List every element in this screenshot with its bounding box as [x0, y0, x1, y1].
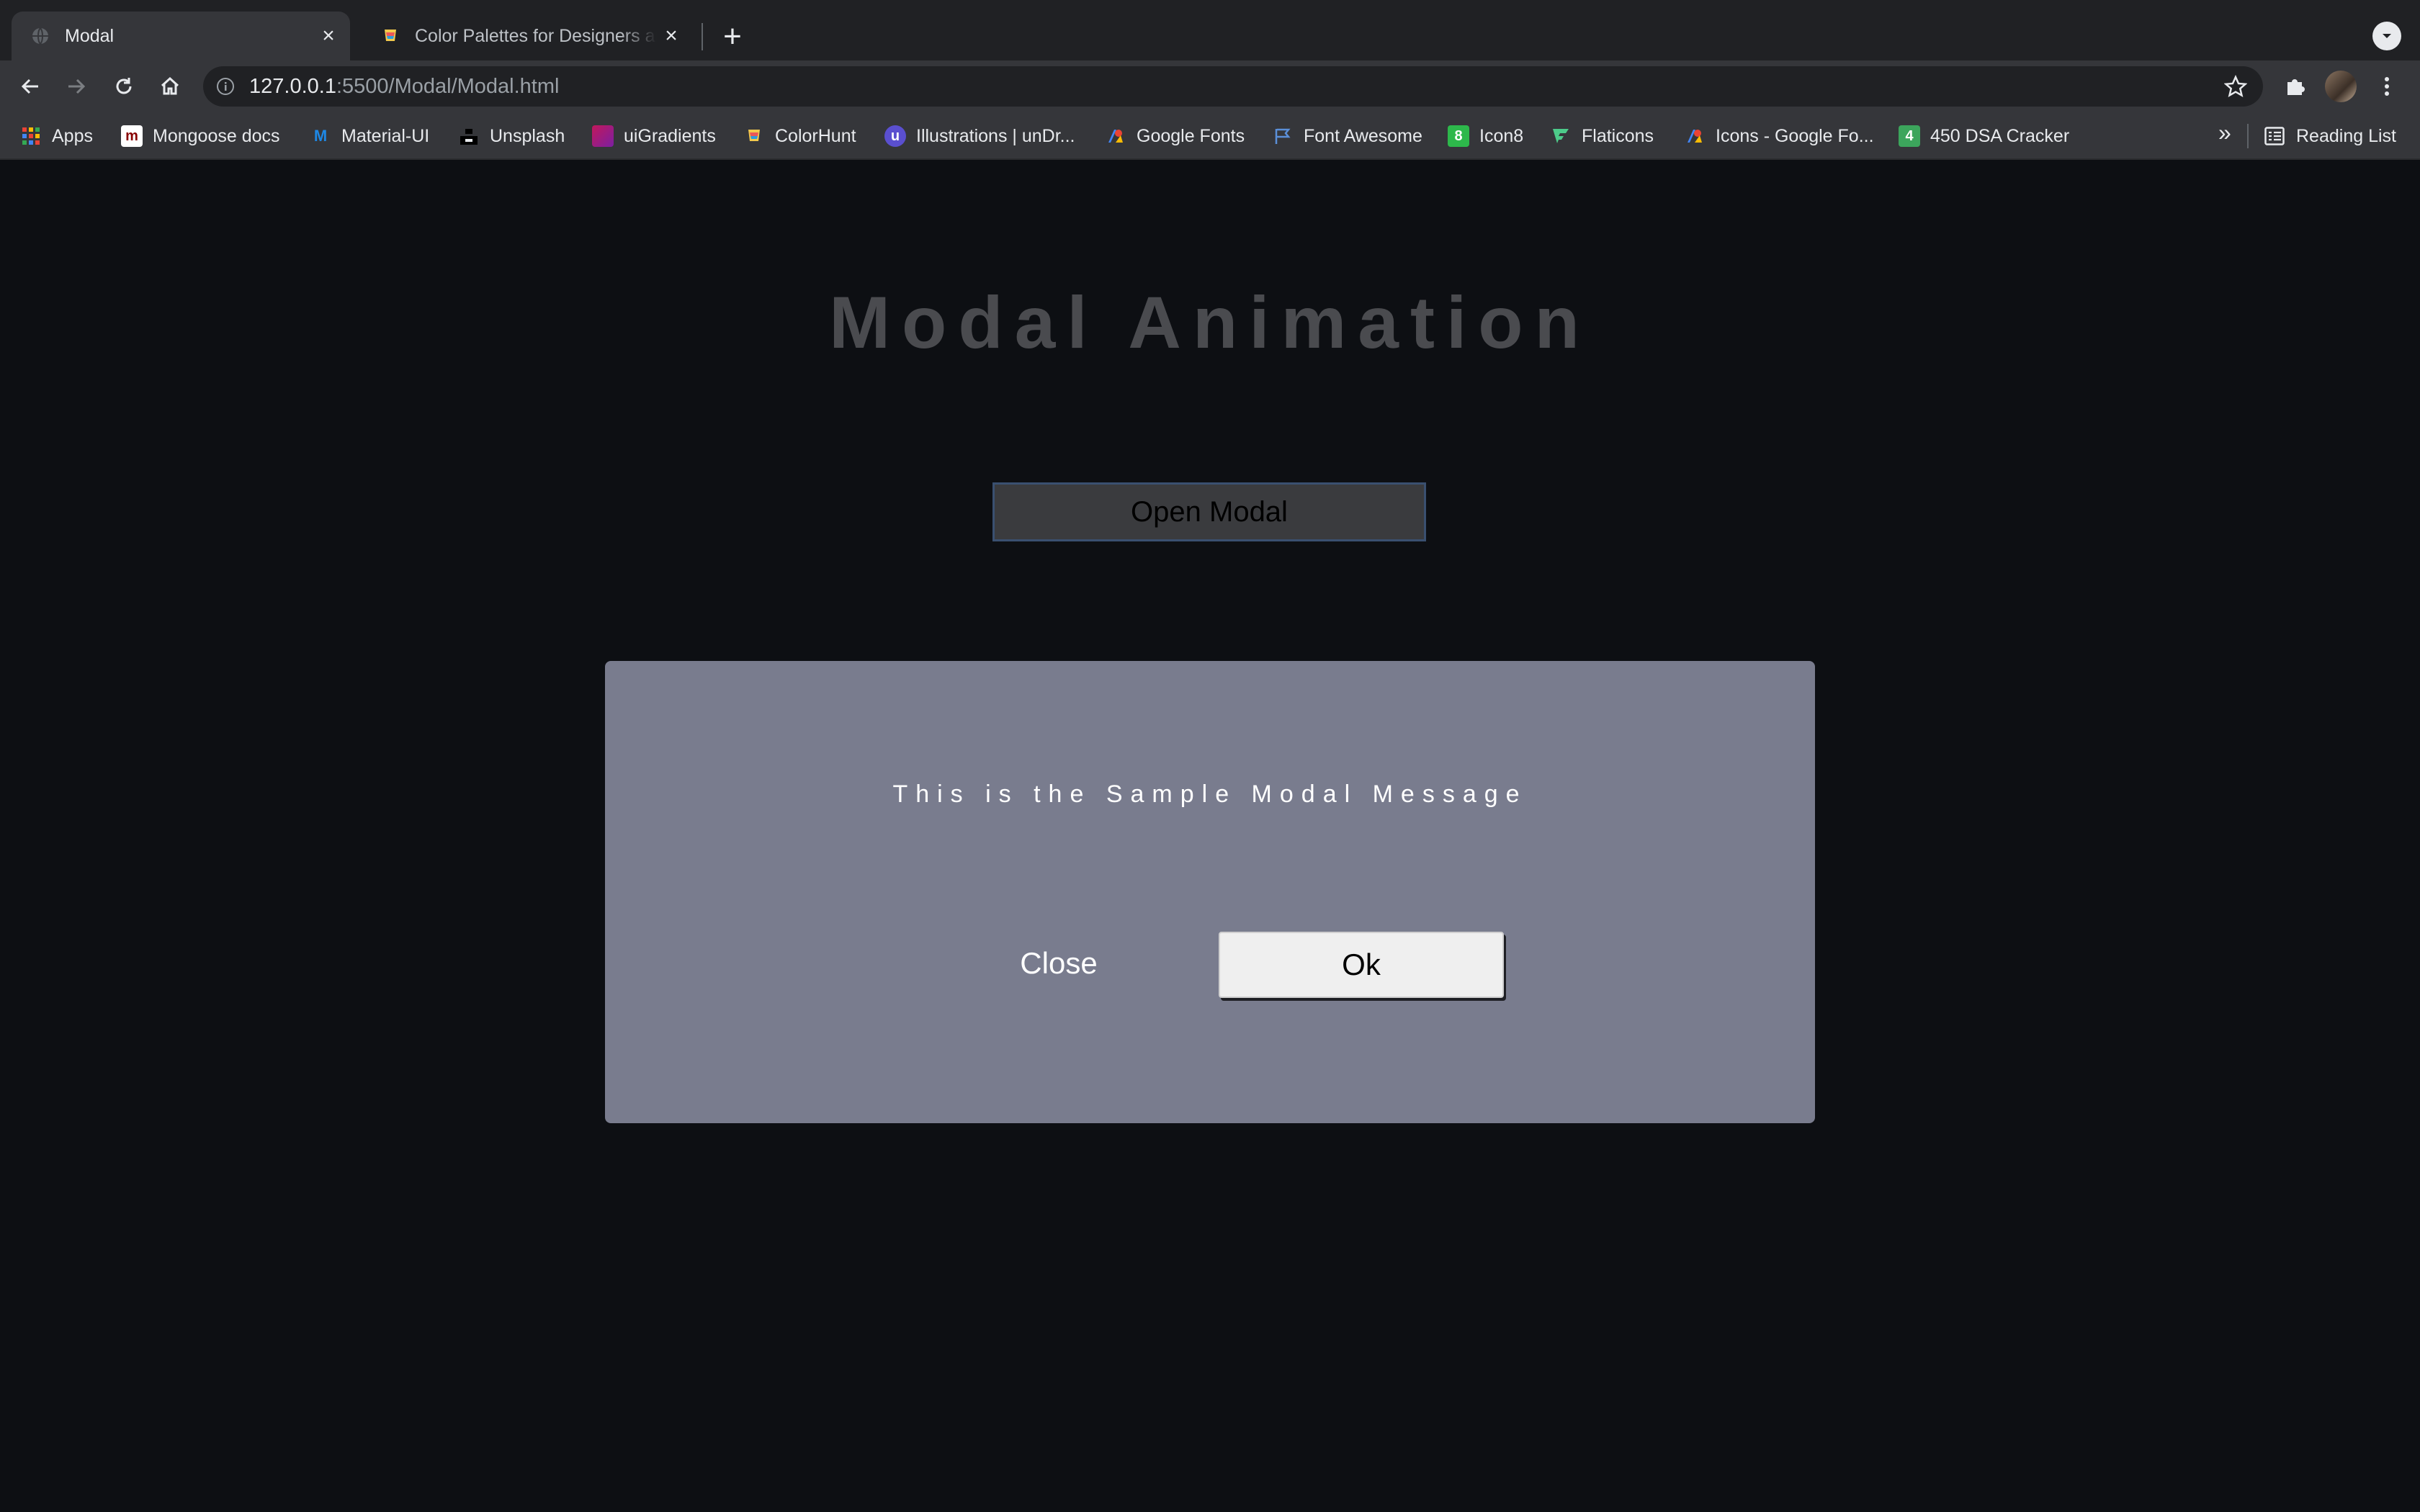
bookmark-undraw[interactable]: u Illustrations | unDr... [884, 124, 1075, 148]
url-path: :5500/Modal/Modal.html [336, 74, 560, 98]
back-arrow-icon [21, 78, 38, 94]
bookmark-unsplash[interactable]: Unsplash [458, 124, 565, 148]
puzzle-icon [2287, 79, 2305, 95]
font-awesome-icon [1272, 125, 1294, 147]
bookmark-label: Flaticons [1582, 125, 1654, 146]
bookmark-google-fonts[interactable]: Google Fonts [1105, 124, 1245, 148]
globe-icon [30, 26, 50, 46]
profile-button[interactable] [2323, 69, 2358, 104]
new-tab-button[interactable]: + [714, 19, 750, 55]
page-viewport: Modal Animation Open Modal This is the S… [0, 160, 2420, 1512]
bookmark-label: ColorHunt [775, 125, 856, 146]
bookmark-label: Google Fonts [1137, 125, 1245, 146]
home-icon [161, 76, 179, 95]
close-tab-icon[interactable]: × [657, 22, 686, 50]
material-ui-icon: M [313, 127, 328, 145]
tab-strip: Modal × Color Palettes for Designers and… [0, 0, 2420, 60]
colorhunt-favicon-icon [380, 26, 400, 46]
bookmark-label: Font Awesome [1304, 125, 1422, 146]
modal-message: This is the Sample Modal Message [892, 780, 1528, 808]
avatar [2325, 71, 2357, 102]
tab-colorhunt[interactable]: Color Palettes for Designers and Artists… [362, 12, 693, 60]
reading-list-icon [2264, 127, 2285, 145]
forward-button[interactable] [59, 69, 94, 104]
bookmark-label: 450 DSA Cracker [1930, 125, 2070, 146]
tab-separator [702, 23, 703, 50]
bookmark-label: Apps [52, 125, 93, 146]
apps-grid-icon [20, 125, 42, 147]
reading-list-button[interactable]: Reading List [2264, 124, 2396, 148]
colorhunt-icon [743, 125, 765, 147]
google-fonts-icon [1105, 125, 1126, 147]
flaticon-icon [1550, 125, 1572, 147]
undraw-icon: u [884, 125, 906, 147]
bookmark-mongoose-docs[interactable]: m Mongoose docs [121, 124, 280, 148]
browser-menu-button[interactable] [2370, 69, 2404, 104]
chevron-down-icon [2383, 34, 2391, 38]
modal-close-button[interactable]: Close [994, 935, 1124, 992]
reload-icon [116, 78, 132, 94]
bookmark-label: uiGradients [624, 125, 716, 146]
bookmarks-overflow-button[interactable]: » [2218, 120, 2231, 146]
back-button[interactable] [13, 69, 48, 104]
icon8-icon: 8 [1448, 125, 1469, 147]
tab-modal[interactable]: Modal × [12, 12, 350, 60]
uigradients-icon [592, 125, 614, 147]
modal-dialog: This is the Sample Modal Message [605, 661, 1815, 1123]
bookmark-apps[interactable]: Apps [20, 124, 93, 148]
modal-ok-button[interactable]: Ok [1219, 932, 1504, 998]
page-title: Modal Animation [829, 282, 1591, 364]
forward-arrow-icon [68, 78, 86, 94]
bookmarks-divider [2247, 124, 2249, 148]
close-tab-icon[interactable]: × [314, 22, 343, 50]
bookmark-star-icon[interactable] [2223, 74, 2248, 98]
reload-button[interactable] [107, 69, 141, 104]
bookmark-icon8[interactable]: 8 Icon8 [1448, 124, 1523, 148]
bookmark-label: Icons - Google Fo... [1716, 125, 1874, 146]
bookmark-flaticons[interactable]: Flaticons [1550, 124, 1654, 148]
bookmark-google-icons[interactable]: Icons - Google Fo... [1684, 124, 1874, 148]
url-host: 127.0.0.1 [249, 74, 336, 98]
mongoose-icon: m [121, 125, 143, 147]
tab-search-button[interactable] [2372, 22, 2401, 50]
google-icons-icon [1684, 125, 1706, 147]
more-vert-icon [2385, 77, 2389, 96]
bookmark-label: Mongoose docs [153, 125, 280, 146]
bookmark-label: Material-UI [341, 125, 430, 146]
url-text: 127.0.0.1:5500/Modal/Modal.html [249, 75, 559, 99]
home-button[interactable] [153, 69, 187, 104]
bookmark-font-awesome[interactable]: Font Awesome [1272, 124, 1422, 148]
bookmark-label: Icon8 [1479, 125, 1524, 146]
open-modal-button[interactable]: Open Modal [992, 482, 1426, 541]
site-info-icon[interactable] [215, 76, 236, 97]
extensions-button[interactable] [2277, 69, 2312, 104]
unsplash-icon [458, 125, 480, 147]
address-bar[interactable]: 127.0.0.1:5500/Modal/Modal.html [203, 66, 2263, 107]
bookmarks-bar: Apps m Mongoose docs M Material-UI Unspl… [0, 112, 2420, 160]
tab-title: Color Palettes for Designers and Artists… [415, 25, 657, 46]
bookmark-label: Illustrations | unDr... [916, 125, 1075, 146]
tab-title: Modal [65, 25, 115, 46]
dsa-cracker-icon: 4 [1899, 125, 1920, 147]
reading-list-label: Reading List [2296, 125, 2396, 146]
bookmark-colorhunt[interactable]: ColorHunt [743, 124, 856, 148]
bookmark-uigradients[interactable]: uiGradients [592, 124, 716, 148]
bookmark-450-dsa-cracker[interactable]: 4 450 DSA Cracker [1899, 124, 2069, 148]
bookmark-material-ui[interactable]: M Material-UI [310, 124, 429, 148]
bookmark-label: Unsplash [490, 125, 565, 146]
browser-toolbar: 127.0.0.1:5500/Modal/Modal.html [0, 60, 2420, 112]
